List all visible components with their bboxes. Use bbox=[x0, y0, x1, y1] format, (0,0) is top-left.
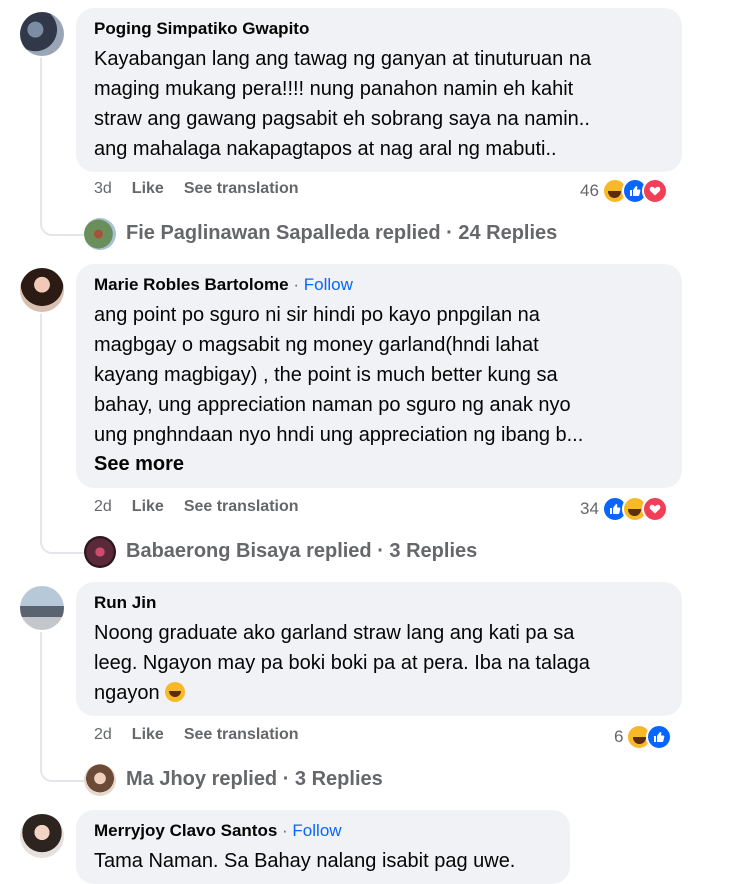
avatar[interactable] bbox=[20, 586, 64, 630]
comment-author[interactable]: Run Jin bbox=[94, 593, 156, 612]
comment-line: magbgay o magsabit ng money garland(hndi… bbox=[94, 334, 539, 356]
reply-avatar[interactable] bbox=[84, 764, 116, 796]
comment-time[interactable]: 2d bbox=[94, 498, 112, 516]
comment-text: ang point po sguro ni sir hindi po kayo … bbox=[94, 300, 666, 450]
like-button[interactable]: Like bbox=[132, 180, 164, 198]
see-more-link[interactable]: See more bbox=[94, 450, 666, 478]
comment-line: straw ang gawang pagsabit eh sobrang say… bbox=[94, 108, 590, 130]
see-translation-link[interactable]: See translation bbox=[184, 726, 299, 744]
view-replies-link[interactable]: Babaerong Bisaya replied · 3 Replies bbox=[126, 540, 477, 563]
reaction-summary[interactable]: 34 bbox=[580, 496, 668, 522]
reaction-count: 46 bbox=[580, 181, 599, 200]
like-button[interactable]: Like bbox=[132, 498, 164, 516]
comment-line: ung pnghndaan nyo hndi ung appreciation … bbox=[94, 424, 584, 446]
comment-line: Noong graduate ako garland straw lang an… bbox=[94, 622, 575, 644]
comment-line: ang point po sguro ni sir hindi po kayo … bbox=[94, 304, 540, 326]
thread-elbow bbox=[40, 538, 84, 554]
follow-button[interactable]: Follow bbox=[292, 821, 341, 840]
view-replies-link[interactable]: Fie Paglinawan Sapalleda replied · 24 Re… bbox=[126, 222, 557, 245]
reaction-count: 34 bbox=[580, 499, 599, 518]
avatar[interactable] bbox=[20, 268, 64, 312]
comment-text: Tama Naman. Sa Bahay nalang isabit pag u… bbox=[94, 846, 554, 876]
comment-bubble: Poging Simpatiko Gwapito Kayabangan lang… bbox=[76, 8, 682, 172]
comment-author[interactable]: Poging Simpatiko Gwapito bbox=[94, 19, 309, 38]
comment-line: kayang magbigay) , the point is much bet… bbox=[94, 364, 558, 386]
avatar[interactable] bbox=[20, 814, 64, 858]
comment-line: Kayabangan lang ang tawag ng ganyan at t… bbox=[94, 48, 592, 70]
reaction-count: 6 bbox=[614, 727, 624, 746]
thread-line bbox=[40, 58, 42, 220]
love-icon bbox=[641, 178, 668, 204]
like-button[interactable]: Like bbox=[132, 726, 164, 744]
love-icon bbox=[641, 496, 668, 522]
comment-actions: 3d Like See translation bbox=[94, 180, 299, 198]
comment-line: ang mahalaga nakapagtapos at nag aral ng… bbox=[94, 138, 557, 160]
laughing-emoji-icon bbox=[165, 682, 186, 702]
comment-text: Noong graduate ako garland straw lang an… bbox=[94, 618, 666, 708]
see-translation-link[interactable]: See translation bbox=[184, 498, 299, 516]
comment-time[interactable]: 3d bbox=[94, 180, 112, 198]
follow-button[interactable]: Follow bbox=[304, 275, 353, 294]
thread-elbow bbox=[40, 766, 84, 782]
avatar[interactable] bbox=[20, 12, 64, 56]
comment-bubble: Merryjoy Clavo Santos · Follow Tama Nama… bbox=[76, 810, 570, 884]
comment-bubble: Marie Robles Bartolome · Follow ang poin… bbox=[76, 264, 682, 488]
separator-dot: · bbox=[293, 275, 300, 294]
comment-author[interactable]: Marie Robles Bartolome bbox=[94, 275, 289, 294]
thread-line bbox=[40, 314, 42, 538]
comment-actions: 2d Like See translation bbox=[94, 498, 299, 516]
reaction-summary[interactable]: 46 bbox=[580, 178, 668, 204]
view-replies-link[interactable]: Ma Jhoy replied · 3 Replies bbox=[126, 768, 383, 791]
comment-author[interactable]: Merryjoy Clavo Santos bbox=[94, 821, 277, 840]
comment-time[interactable]: 2d bbox=[94, 726, 112, 744]
comment-actions: 2d Like See translation bbox=[94, 726, 299, 744]
separator-dot: · bbox=[282, 821, 288, 840]
reaction-summary[interactable]: 6 bbox=[614, 724, 673, 750]
reply-avatar[interactable] bbox=[84, 218, 116, 250]
comment-line: Tama Naman. Sa Bahay nalang isabit pag u… bbox=[94, 850, 516, 872]
like-icon bbox=[646, 724, 673, 750]
comment-line: leeg. Ngayon may pa boki boki pa at pera… bbox=[94, 652, 590, 674]
comment-text: Kayabangan lang ang tawag ng ganyan at t… bbox=[94, 44, 666, 164]
comment-bubble: Run Jin Noong graduate ako garland straw… bbox=[76, 582, 682, 716]
thread-line bbox=[40, 632, 42, 766]
comment-line: ngayon bbox=[94, 682, 160, 704]
thread-elbow bbox=[40, 220, 84, 236]
comment-line: maging mukang pera!!!! nung panahon nami… bbox=[94, 78, 574, 100]
see-translation-link[interactable]: See translation bbox=[184, 180, 299, 198]
comment-line: bahay, ung appreciation naman po sguro n… bbox=[94, 394, 571, 416]
reply-avatar[interactable] bbox=[84, 536, 116, 568]
